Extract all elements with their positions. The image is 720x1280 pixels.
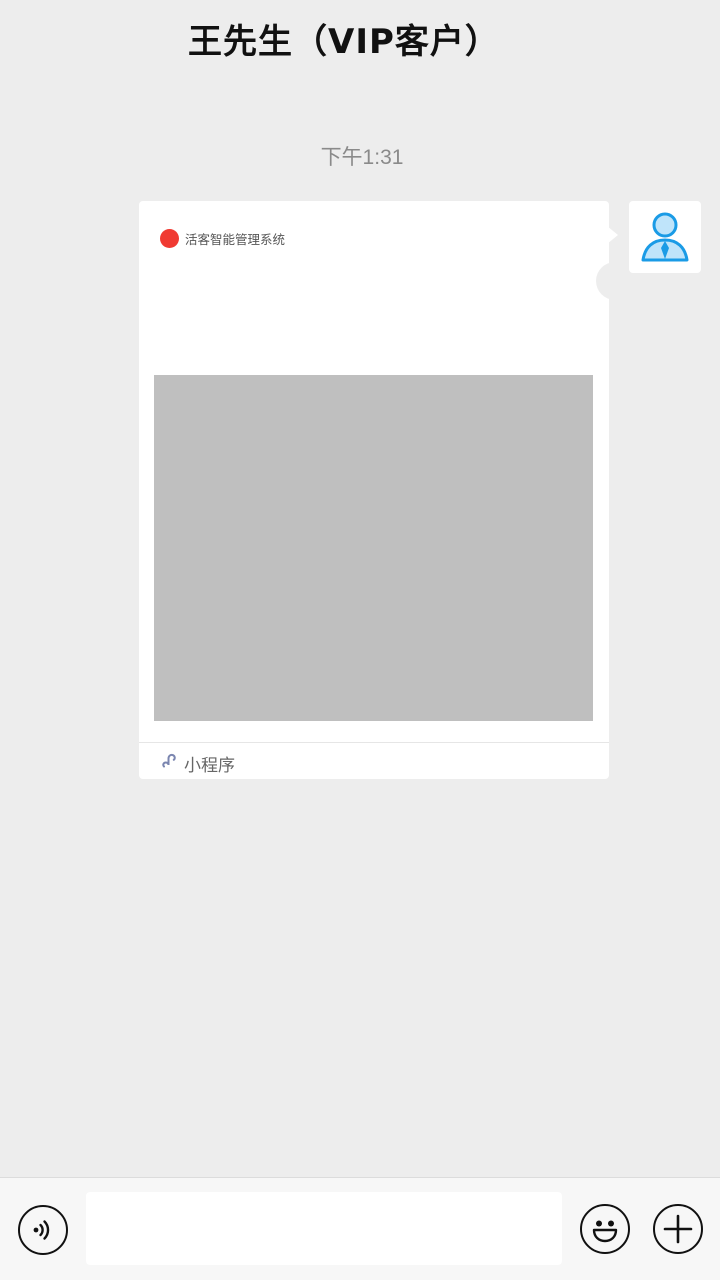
user-avatar-icon bbox=[641, 212, 689, 262]
chat-screen: 王先生（VIP客户） 下午1:31 活客智能管理系统 小程序 bbox=[0, 0, 720, 1280]
more-button[interactable] bbox=[653, 1204, 703, 1254]
avatar[interactable] bbox=[629, 201, 701, 273]
app-logo-icon bbox=[160, 228, 179, 248]
message-timestamp: 下午1:31 bbox=[320, 146, 404, 169]
card-footer: 小程序 bbox=[161, 751, 235, 776]
input-toolbar bbox=[0, 1177, 720, 1280]
mini-program-icon bbox=[161, 752, 179, 774]
card-divider bbox=[139, 742, 609, 743]
card-footer-label: 小程序 bbox=[184, 755, 235, 776]
voice-button[interactable] bbox=[18, 1205, 68, 1255]
card-preview-image bbox=[154, 375, 593, 721]
page-title: 王先生（VIP客户） bbox=[188, 22, 500, 62]
card-app-row: 活客智能管理系统 bbox=[160, 228, 285, 248]
message-input[interactable] bbox=[86, 1192, 562, 1265]
mini-program-card[interactable]: 活客智能管理系统 小程序 bbox=[139, 201, 609, 779]
voice-icon bbox=[33, 1220, 50, 1240]
card-app-name: 活客智能管理系统 bbox=[185, 231, 286, 247]
emoji-button[interactable] bbox=[580, 1204, 630, 1254]
plus-icon bbox=[663, 1214, 693, 1244]
emoji-icon bbox=[592, 1220, 618, 1243]
